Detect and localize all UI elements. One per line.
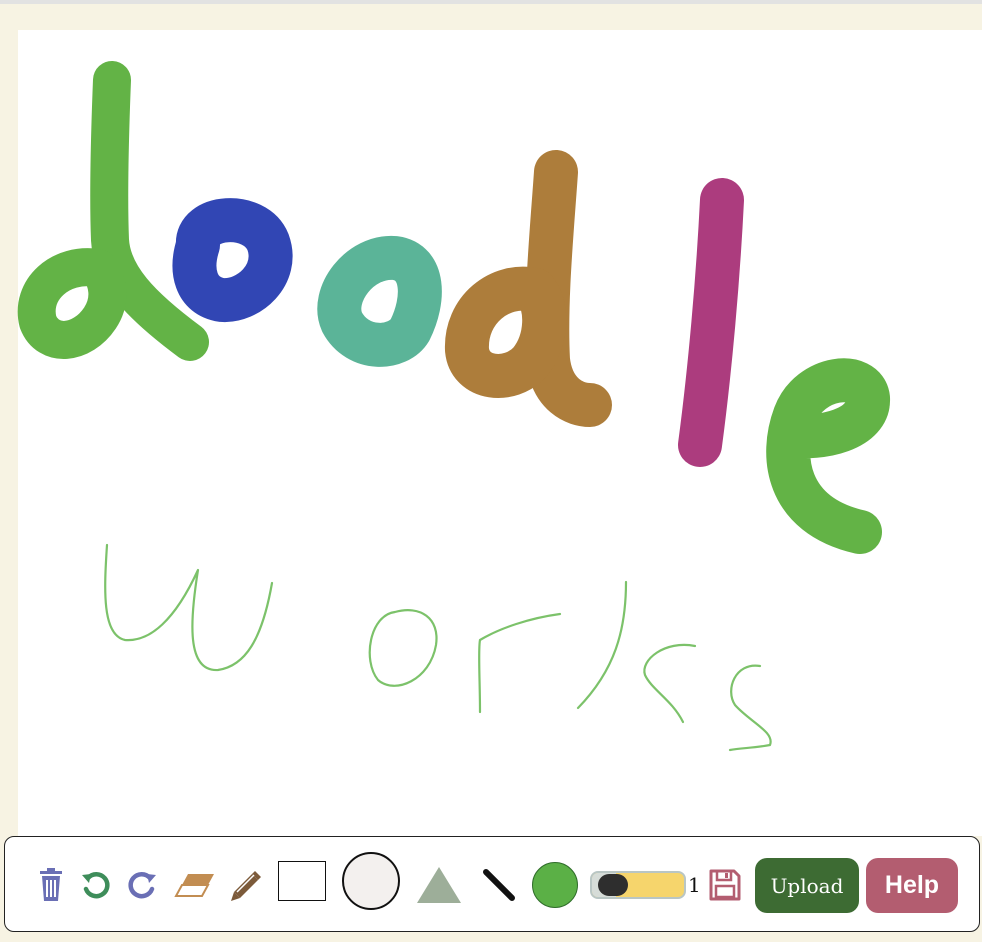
triangle-tool[interactable]	[415, 864, 463, 906]
color-picker[interactable]	[532, 862, 578, 908]
trash-icon[interactable]	[35, 867, 67, 903]
help-button[interactable]: Help	[866, 858, 958, 913]
upload-button[interactable]: Upload	[755, 858, 859, 913]
eraser-icon[interactable]	[173, 867, 217, 903]
brush-size-value: 1	[688, 873, 701, 897]
stroke-letter-o-teal	[317, 235, 442, 367]
save-icon[interactable]	[707, 867, 743, 903]
stroke-word-works	[104, 543, 772, 752]
stroke-letter-e	[766, 358, 890, 554]
line-tool[interactable]	[479, 865, 519, 905]
stroke-letter-o-blue	[172, 198, 293, 323]
rectangle-tool[interactable]	[278, 861, 326, 901]
undo-icon[interactable]	[79, 867, 113, 903]
drawing-canvas[interactable]	[17, 30, 982, 836]
canvas-drawing	[17, 61, 890, 752]
stroke-letter-d-brown-bowl	[445, 266, 567, 398]
stroke-letter-d-bowl	[17, 248, 127, 359]
stroke-letter-l	[678, 178, 744, 467]
redo-icon[interactable]	[125, 867, 159, 903]
fill-toggle[interactable]	[590, 871, 686, 899]
pencil-icon[interactable]	[227, 867, 263, 903]
circle-tool[interactable]	[342, 852, 400, 910]
toolbar: 1 Upload Help	[4, 836, 980, 932]
toggle-knob	[598, 874, 628, 896]
